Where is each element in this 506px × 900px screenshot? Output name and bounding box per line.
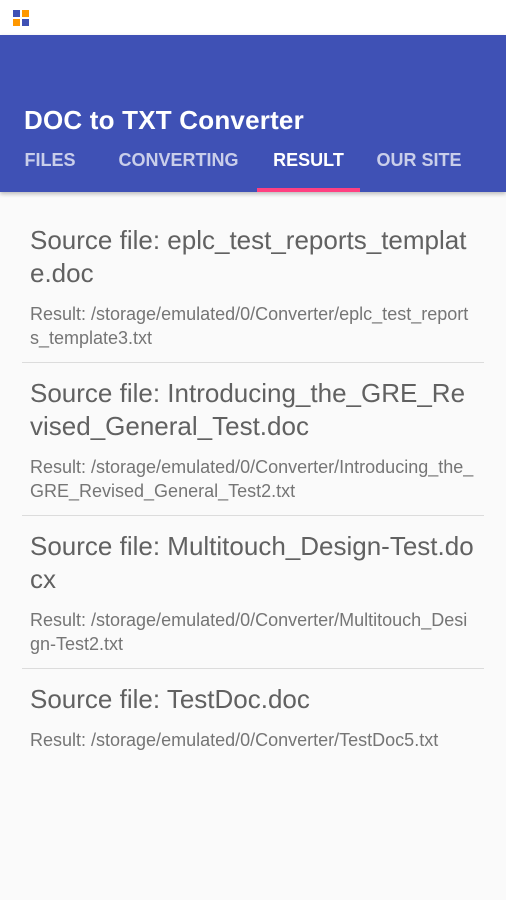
active-tab-indicator <box>257 188 360 192</box>
source-file-text: Source file: Introducing_the_GRE_Revised… <box>30 378 466 441</box>
list-item[interactable]: Source file: Multitouch_Design-Test.docx… <box>22 530 484 669</box>
result-path-text: Result: /storage/emulated/0/Converter/ep… <box>30 304 469 348</box>
source-file-text: Source file: Multitouch_Design-Test.docx <box>30 531 474 594</box>
list-item[interactable]: Source file: TestDoc.doc Result: /storag… <box>22 683 484 764</box>
app-notification-icon <box>13 10 29 26</box>
source-file-text: Source file: eplc_test_reports_template.… <box>30 225 467 288</box>
list-item[interactable]: Source file: eplc_test_reports_template.… <box>22 214 484 363</box>
tab-result[interactable]: RESULT <box>257 128 360 192</box>
status-bar <box>0 0 506 35</box>
tab-converting[interactable]: CONVERTING <box>100 128 257 192</box>
tab-our-site[interactable]: OUR SITE <box>360 128 478 192</box>
source-file-text: Source file: TestDoc.doc <box>30 684 310 714</box>
result-path-text: Result: /storage/emulated/0/Converter/Mu… <box>30 610 468 654</box>
tab-files[interactable]: FILES <box>0 128 100 192</box>
result-path-text: Result: /storage/emulated/0/Converter/Te… <box>30 730 439 750</box>
list-item[interactable]: Source file: Introducing_the_GRE_Revised… <box>22 377 484 516</box>
result-path-text: Result: /storage/emulated/0/Converter/In… <box>30 457 474 501</box>
app-bar: DOC to TXT Converter FILES CONVERTING RE… <box>0 35 506 192</box>
tab-bar: FILES CONVERTING RESULT OUR SITE <box>0 128 506 192</box>
result-list: Source file: eplc_test_reports_template.… <box>0 192 506 764</box>
